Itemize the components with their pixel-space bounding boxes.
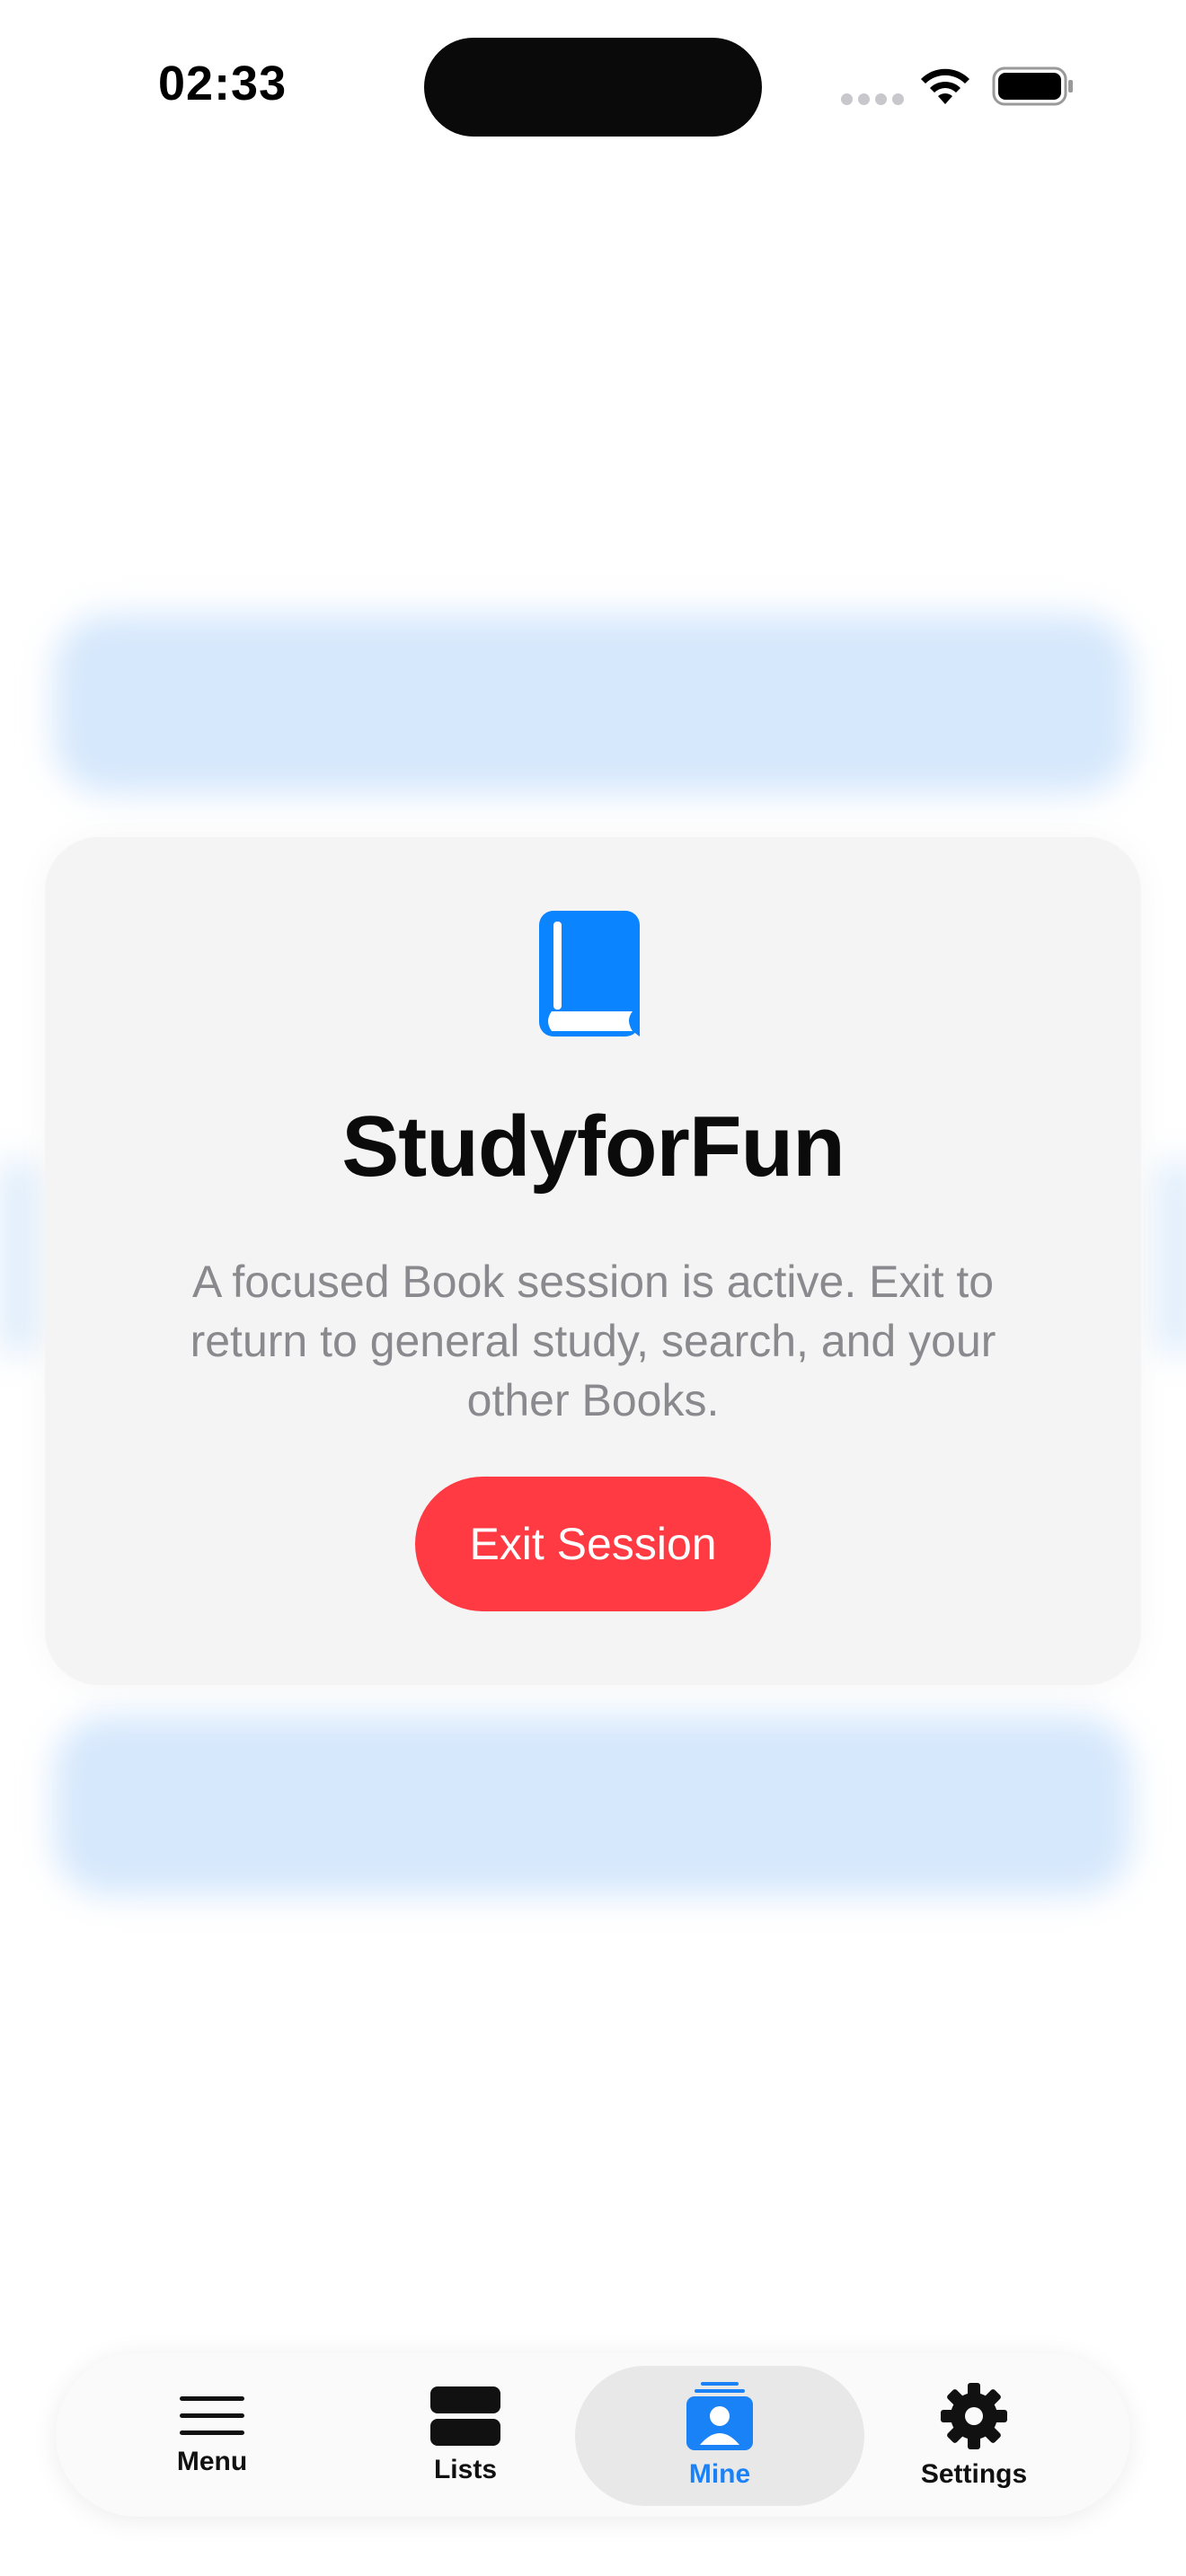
blurred-edge-left [0, 1159, 36, 1356]
status-time: 02:33 [158, 57, 288, 110]
dynamic-island [424, 38, 762, 137]
tab-mine[interactable]: Mine [575, 2366, 864, 2506]
tab-menu[interactable]: Menu [106, 2366, 318, 2506]
session-description: A focused Book session is active. Exit t… [190, 1257, 996, 1425]
book-title: StudyforFun [341, 1098, 845, 1195]
blurred-card-bottom [54, 1716, 1132, 1895]
blurred-edge-right [1159, 1159, 1186, 1356]
tab-menu-label: Menu [176, 2447, 248, 2476]
tab-lists[interactable]: Lists [359, 2366, 571, 2506]
tab-mine-label: Mine [688, 2459, 751, 2489]
tab-settings[interactable]: Settings [868, 2366, 1080, 2506]
blurred-card-top [54, 614, 1132, 794]
battery-icon [992, 66, 1073, 106]
menu-icon [180, 2396, 244, 2435]
book-icon [539, 911, 640, 1037]
lists-icon [430, 2386, 500, 2446]
wifi-icon [921, 68, 969, 104]
screen: 02:33 StudyforFun A focused Book session… [0, 0, 1186, 2576]
gear-icon [941, 2383, 1007, 2449]
tab-settings-label: Settings [920, 2459, 1028, 2489]
cellular-signal-icon [841, 93, 904, 105]
tab-lists-label: Lists [433, 2455, 498, 2484]
exit-session-button[interactable]: Exit Session [415, 1477, 771, 1611]
mine-icon [686, 2382, 753, 2450]
